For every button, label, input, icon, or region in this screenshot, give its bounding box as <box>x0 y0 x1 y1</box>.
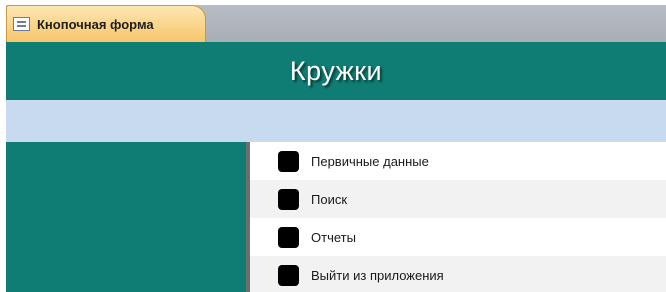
switchboard-menu: Первичные данные Поиск Отчеты Выйти из п… <box>250 142 666 292</box>
menu-item-label: Отчеты <box>311 229 356 245</box>
left-decorative-panel <box>6 142 246 292</box>
menu-button-icon[interactable] <box>278 264 299 286</box>
menu-item-search[interactable]: Поиск <box>250 180 666 218</box>
form-icon <box>13 17 30 31</box>
tab-label: Кнопочная форма <box>37 16 154 32</box>
form-subheader <box>6 100 666 142</box>
form-title: Кружки <box>289 56 383 86</box>
menu-button-icon[interactable] <box>278 150 299 172</box>
access-window: Кнопочная форма Кружки Первичные данные … <box>0 0 666 292</box>
tab-switchboard-form[interactable]: Кнопочная форма <box>6 5 206 42</box>
menu-button-icon[interactable] <box>278 188 299 210</box>
menu-item-reports[interactable]: Отчеты <box>250 218 666 256</box>
menu-item-label: Поиск <box>311 191 348 207</box>
menu-item-exit[interactable]: Выйти из приложения <box>250 256 666 292</box>
menu-item-label: Первичные данные <box>311 153 429 169</box>
switchboard-form: Кружки Первичные данные Поиск Отчеты Вый… <box>6 42 666 292</box>
menu-item-primary-data[interactable]: Первичные данные <box>250 142 666 180</box>
document-tab-strip: Кнопочная форма <box>0 0 666 42</box>
menu-item-label: Выйти из приложения <box>311 267 444 283</box>
menu-button-icon[interactable] <box>278 226 299 248</box>
